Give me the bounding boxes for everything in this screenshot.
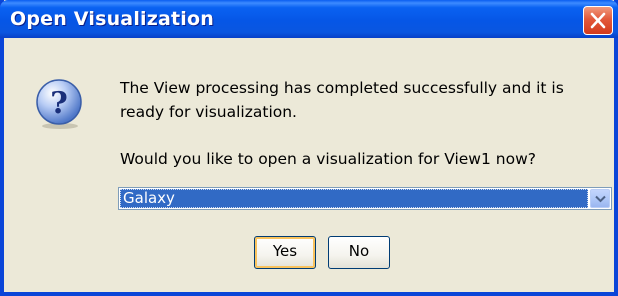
- window-title: Open Visualization: [10, 8, 214, 30]
- yes-button[interactable]: Yes: [254, 236, 316, 269]
- visualization-select-value: Galaxy: [120, 189, 588, 208]
- dialog-message: The View processing has completed succes…: [120, 79, 564, 121]
- visualization-select[interactable]: Galaxy: [118, 187, 612, 210]
- no-button[interactable]: No: [328, 236, 390, 269]
- question-icon: ?: [36, 79, 82, 129]
- close-icon: [590, 12, 606, 29]
- title-bar[interactable]: Open Visualization: [0, 0, 618, 38]
- chevron-down-icon: [595, 195, 606, 203]
- dialog-prompt: Would you like to open a visualization f…: [120, 150, 536, 168]
- dropdown-button[interactable]: [590, 189, 610, 208]
- open-visualization-dialog: Open Visualization ? The View processing…: [0, 0, 618, 296]
- close-button[interactable]: [583, 6, 613, 35]
- svg-text:?: ?: [50, 86, 68, 121]
